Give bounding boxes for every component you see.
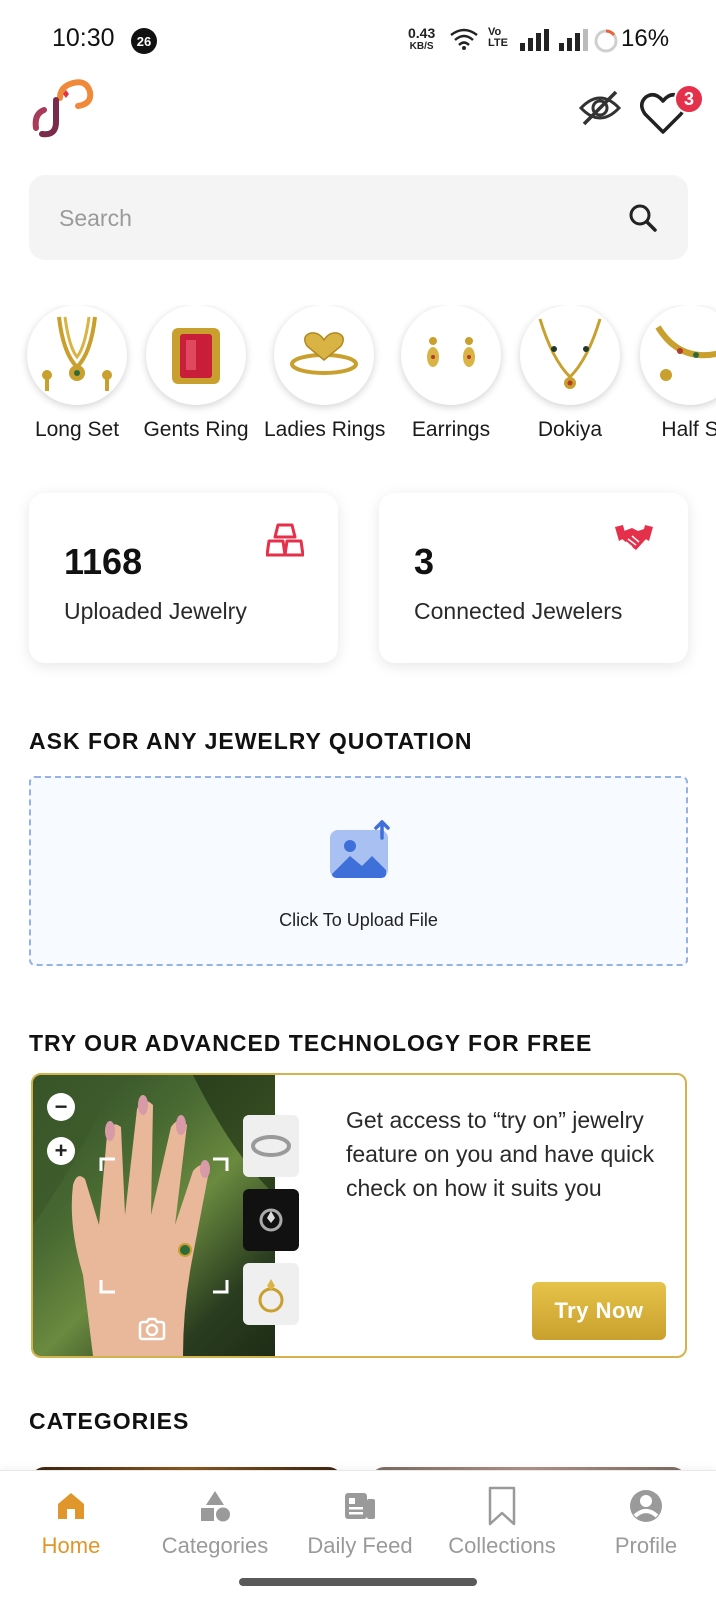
- status-time: 10:30: [52, 24, 115, 52]
- category-label: Ladies Rings: [264, 418, 386, 441]
- search-icon[interactable]: [628, 203, 658, 233]
- connected-jewelers-count: 3: [414, 541, 435, 582]
- nav-profile[interactable]: Profile: [576, 1485, 716, 1559]
- search-bar[interactable]: [29, 175, 688, 260]
- upload-label: Click To Upload File: [279, 910, 438, 930]
- category-ladies-rings[interactable]: Ladies Rings: [264, 305, 386, 442]
- uploaded-jewelry-card[interactable]: 1168 Uploaded Jewelry: [29, 493, 338, 663]
- necklace-icon: [42, 316, 112, 391]
- category-earrings[interactable]: Earrings: [391, 305, 511, 442]
- nav-label: Daily Feed: [307, 1533, 413, 1558]
- category-image: [640, 305, 716, 405]
- bookmark-icon: [488, 1486, 516, 1526]
- search-input[interactable]: [59, 200, 579, 236]
- nav-label: Home: [41, 1533, 101, 1558]
- category-long-set[interactable]: Long Set: [17, 305, 137, 442]
- ring-thumbnail-silver[interactable]: [243, 1115, 299, 1177]
- uploaded-jewelry-label: Uploaded Jewelry: [64, 598, 247, 624]
- category-image: [146, 305, 246, 405]
- tryon-hand-image: − +: [33, 1075, 275, 1356]
- category-label: Dokiya: [537, 418, 603, 441]
- silver-ring-icon: [251, 1135, 291, 1157]
- profile-icon: [630, 1490, 662, 1522]
- eye-off-icon[interactable]: [578, 88, 622, 128]
- category-carousel[interactable]: Long Set Gents Ring Ladies Rings Earring…: [0, 305, 716, 455]
- signal-icon-secondary: [559, 29, 588, 51]
- category-image: [27, 305, 127, 405]
- status-bar: 10:30 26 0.43 KB/S Vo LTE 16%: [0, 0, 716, 80]
- shapes-icon: [201, 1491, 230, 1522]
- quotation-section-title: ASK FOR ANY JEWELRY QUOTATION: [29, 728, 473, 754]
- tryon-description: Get access to “try on” jewelry feature o…: [346, 1107, 655, 1201]
- ring-icon: [172, 328, 220, 384]
- brand-logo[interactable]: [30, 78, 94, 140]
- category-half-set[interactable]: Half S: [630, 305, 716, 442]
- battery-level: 16%: [621, 25, 670, 52]
- camera-icon[interactable]: [138, 1317, 166, 1341]
- tryon-banner[interactable]: − + Get access to “try on” jewelry featu…: [31, 1073, 687, 1358]
- zoom-out-button[interactable]: −: [47, 1093, 75, 1121]
- gold-ring-icon: [258, 1279, 284, 1313]
- category-label: Half S: [661, 418, 716, 441]
- category-image: [520, 305, 620, 405]
- categories-section-title: CATEGORIES: [29, 1408, 190, 1434]
- diamond-ring-icon: [259, 1208, 283, 1232]
- try-now-button[interactable]: Try Now: [532, 1282, 666, 1340]
- battery-icon: [594, 29, 618, 53]
- heart-ring-icon: [290, 332, 358, 375]
- handshake-icon: [615, 525, 653, 550]
- category-label: Long Set: [34, 418, 120, 441]
- nav-label: Profile: [614, 1533, 678, 1558]
- wishlist-count-badge: 3: [674, 84, 704, 114]
- nav-daily-feed[interactable]: Daily Feed: [290, 1485, 430, 1559]
- network-speed-unit: KB/S: [409, 41, 434, 52]
- wifi-icon: [450, 28, 478, 50]
- home-icon: [58, 1493, 84, 1519]
- connected-jewelers-card[interactable]: 3 Connected Jewelers: [379, 493, 688, 663]
- category-label: Gents Ring: [143, 418, 249, 441]
- tryon-ring-thumbnails: [243, 1115, 299, 1337]
- category-image: [274, 305, 374, 405]
- notification-count-badge: 26: [131, 28, 157, 54]
- network-speed-value: 0.43: [408, 25, 436, 41]
- connected-jewelers-label: Connected Jewelers: [414, 598, 623, 624]
- category-dokiya[interactable]: Dokiya: [510, 305, 630, 442]
- earrings-icon: [427, 337, 475, 367]
- nav-home[interactable]: Home: [1, 1485, 141, 1559]
- nav-collections[interactable]: Collections: [432, 1485, 572, 1559]
- nav-label: Categories: [161, 1533, 269, 1558]
- nav-label: Collections: [448, 1533, 556, 1558]
- wishlist-button[interactable]: 3: [640, 84, 706, 136]
- ring-thumbnail-diamond[interactable]: [243, 1189, 299, 1251]
- category-label: Earrings: [411, 418, 491, 441]
- zoom-in-button[interactable]: +: [47, 1137, 75, 1165]
- upload-dropzone[interactable]: Click To Upload File: [29, 776, 688, 966]
- ring-thumbnail-gold[interactable]: [243, 1263, 299, 1325]
- volte-indicator: Vo LTE: [488, 27, 508, 49]
- home-indicator[interactable]: [239, 1578, 477, 1586]
- feed-icon: [345, 1493, 375, 1519]
- category-image: [401, 305, 501, 405]
- nav-categories[interactable]: Categories: [145, 1485, 285, 1559]
- volte-line2: LTE: [488, 37, 508, 49]
- category-gents-ring[interactable]: Gents Ring: [136, 305, 256, 442]
- network-speed: 0.43 KB/S: [408, 25, 436, 53]
- image-upload-icon: [330, 820, 390, 878]
- gold-bars-icon: [266, 523, 304, 557]
- half-set-icon: [655, 325, 716, 381]
- tryon-section-title: TRY OUR ADVANCED TECHNOLOGY FOR FREE: [29, 1030, 593, 1056]
- uploaded-jewelry-count: 1168: [64, 541, 143, 582]
- pendant-icon: [538, 318, 602, 389]
- signal-icon: [520, 29, 549, 51]
